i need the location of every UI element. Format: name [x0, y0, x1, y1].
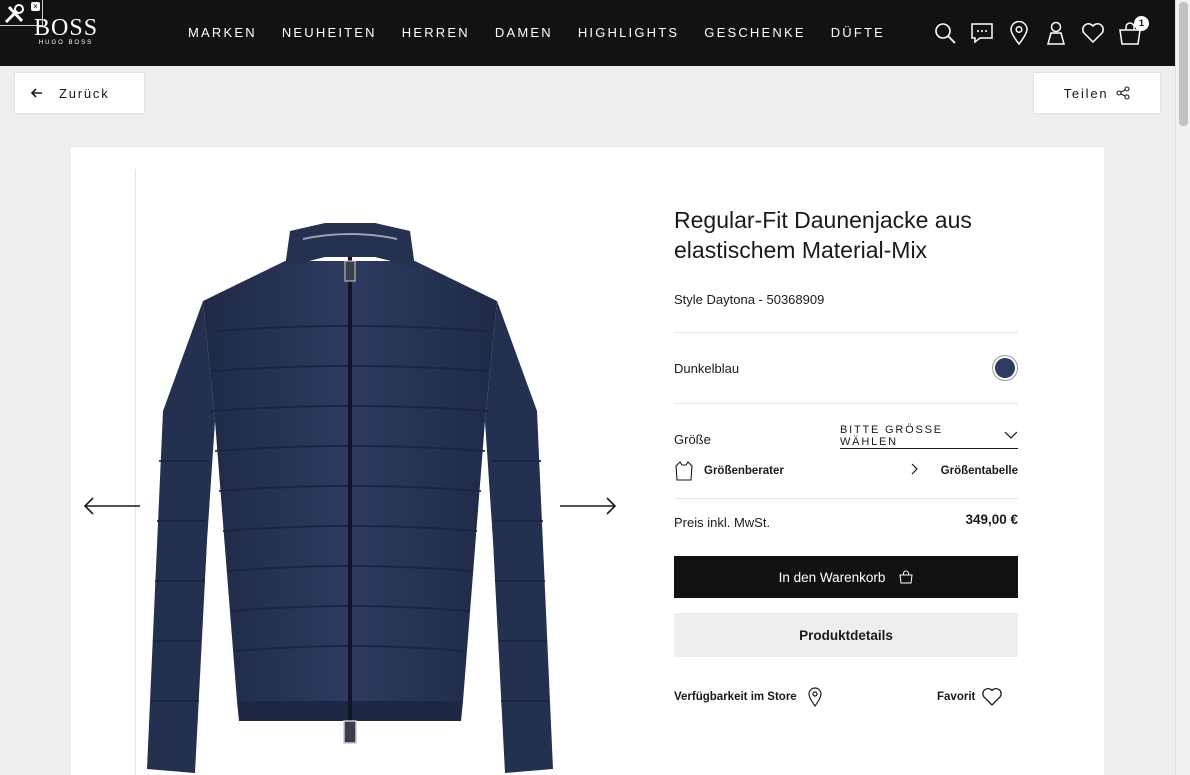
- wishlist-heart-icon[interactable]: [1080, 20, 1106, 46]
- chevron-down-icon: [1004, 431, 1018, 439]
- shirt-icon: [675, 461, 693, 481]
- bag-icon: [899, 570, 913, 584]
- size-table-link[interactable]: Größentabelle: [911, 463, 1018, 478]
- close-icon[interactable]: ×: [31, 2, 40, 11]
- size-label: Größe: [674, 432, 711, 447]
- favorite-link[interactable]: Favorit: [937, 687, 1003, 707]
- color-name: Dunkelblau: [674, 360, 740, 376]
- nav-item-marken[interactable]: MARKEN: [188, 25, 257, 40]
- product-card: Regular-Fit Daunenjacke aus elastischem …: [71, 147, 1104, 775]
- size-advisor-label: Größenberater: [704, 465, 784, 477]
- product-image[interactable]: [145, 221, 555, 775]
- price-row: Preis inkl. MwSt. 349,00 €: [674, 499, 1018, 539]
- site-header: × BOSS HUGO BOSS MARKEN NEUHEITEN HERREN…: [0, 0, 1175, 66]
- color-swatch[interactable]: [992, 355, 1018, 381]
- product-details-button[interactable]: Produktdetails: [674, 613, 1018, 657]
- product-title: Regular-Fit Daunenjacke aus elastischem …: [674, 207, 972, 263]
- nav-item-damen[interactable]: DAMEN: [495, 25, 553, 40]
- nav-item-highlights[interactable]: HIGHLIGHTS: [578, 25, 679, 40]
- boss-logo[interactable]: BOSS HUGO BOSS: [34, 16, 98, 46]
- product-info: Regular-Fit Daunenjacke aus elastischem …: [674, 205, 1018, 717]
- style-number: Style Daytona - 50368909: [674, 292, 825, 307]
- scrollbar-thumb[interactable]: [1179, 2, 1188, 126]
- tools-icon: [4, 4, 24, 24]
- cart-count-badge: 1: [1134, 16, 1149, 31]
- nav-item-geschenke[interactable]: GESCHENKE: [704, 25, 805, 40]
- price-label: Preis inkl. MwSt.: [674, 515, 771, 530]
- share-icon: [1116, 86, 1130, 100]
- price-value: 349,00 €: [965, 512, 1018, 527]
- bottom-links: Verfügbarkeit im Store Favorit: [674, 657, 1018, 717]
- nav-item-duefte[interactable]: DÜFTE: [831, 25, 885, 40]
- favorite-label: Favorit: [937, 691, 976, 703]
- back-label: Zurück: [59, 85, 110, 101]
- store-availability-label: Verfügbarkeit im Store: [674, 691, 797, 703]
- add-to-cart-button[interactable]: In den Warenkorb: [674, 556, 1018, 598]
- add-to-cart-label: In den Warenkorb: [778, 569, 886, 585]
- cart-bag-icon[interactable]: 1: [1117, 16, 1149, 46]
- arrow-left-icon: [30, 85, 43, 101]
- chevron-right-icon: [911, 463, 919, 478]
- page-scrollbar[interactable]: [1175, 0, 1190, 775]
- store-availability-link[interactable]: Verfügbarkeit im Store: [674, 687, 823, 707]
- location-pin-icon: [808, 687, 822, 707]
- color-row: Dunkelblau: [674, 332, 1018, 404]
- heart-icon: [982, 688, 1003, 706]
- size-select[interactable]: BITTE GRÖSSE WÄHLEN: [840, 423, 1018, 449]
- gallery-prev-arrow-icon[interactable]: [83, 496, 141, 521]
- nav-item-herren[interactable]: HERREN: [402, 25, 470, 40]
- size-select-label: BITTE GRÖSSE WÄHLEN: [840, 423, 943, 448]
- size-table-label: Größentabelle: [940, 464, 1018, 477]
- size-advisor-link[interactable]: Größenberater: [674, 460, 784, 482]
- share-label: Teilen: [1063, 85, 1109, 101]
- main-nav: MARKEN NEUHEITEN HERREN DAMEN HIGHLIGHTS…: [188, 25, 910, 40]
- share-button[interactable]: Teilen: [1033, 72, 1161, 114]
- account-icon[interactable]: [1043, 20, 1069, 46]
- gallery-divider: [135, 169, 136, 775]
- chat-icon[interactable]: [969, 20, 995, 46]
- location-pin-icon[interactable]: [1006, 20, 1032, 46]
- back-button[interactable]: Zurück: [14, 72, 145, 114]
- gallery-next-arrow-icon[interactable]: [559, 496, 617, 521]
- nav-item-neuheiten[interactable]: NEUHEITEN: [282, 25, 377, 40]
- product-details-label: Produktdetails: [799, 627, 893, 643]
- header-icons: 1: [932, 16, 1154, 46]
- search-icon[interactable]: [932, 20, 958, 46]
- size-row: Größe BITTE GRÖSSE WÄHLEN Größenberater …: [674, 404, 1018, 499]
